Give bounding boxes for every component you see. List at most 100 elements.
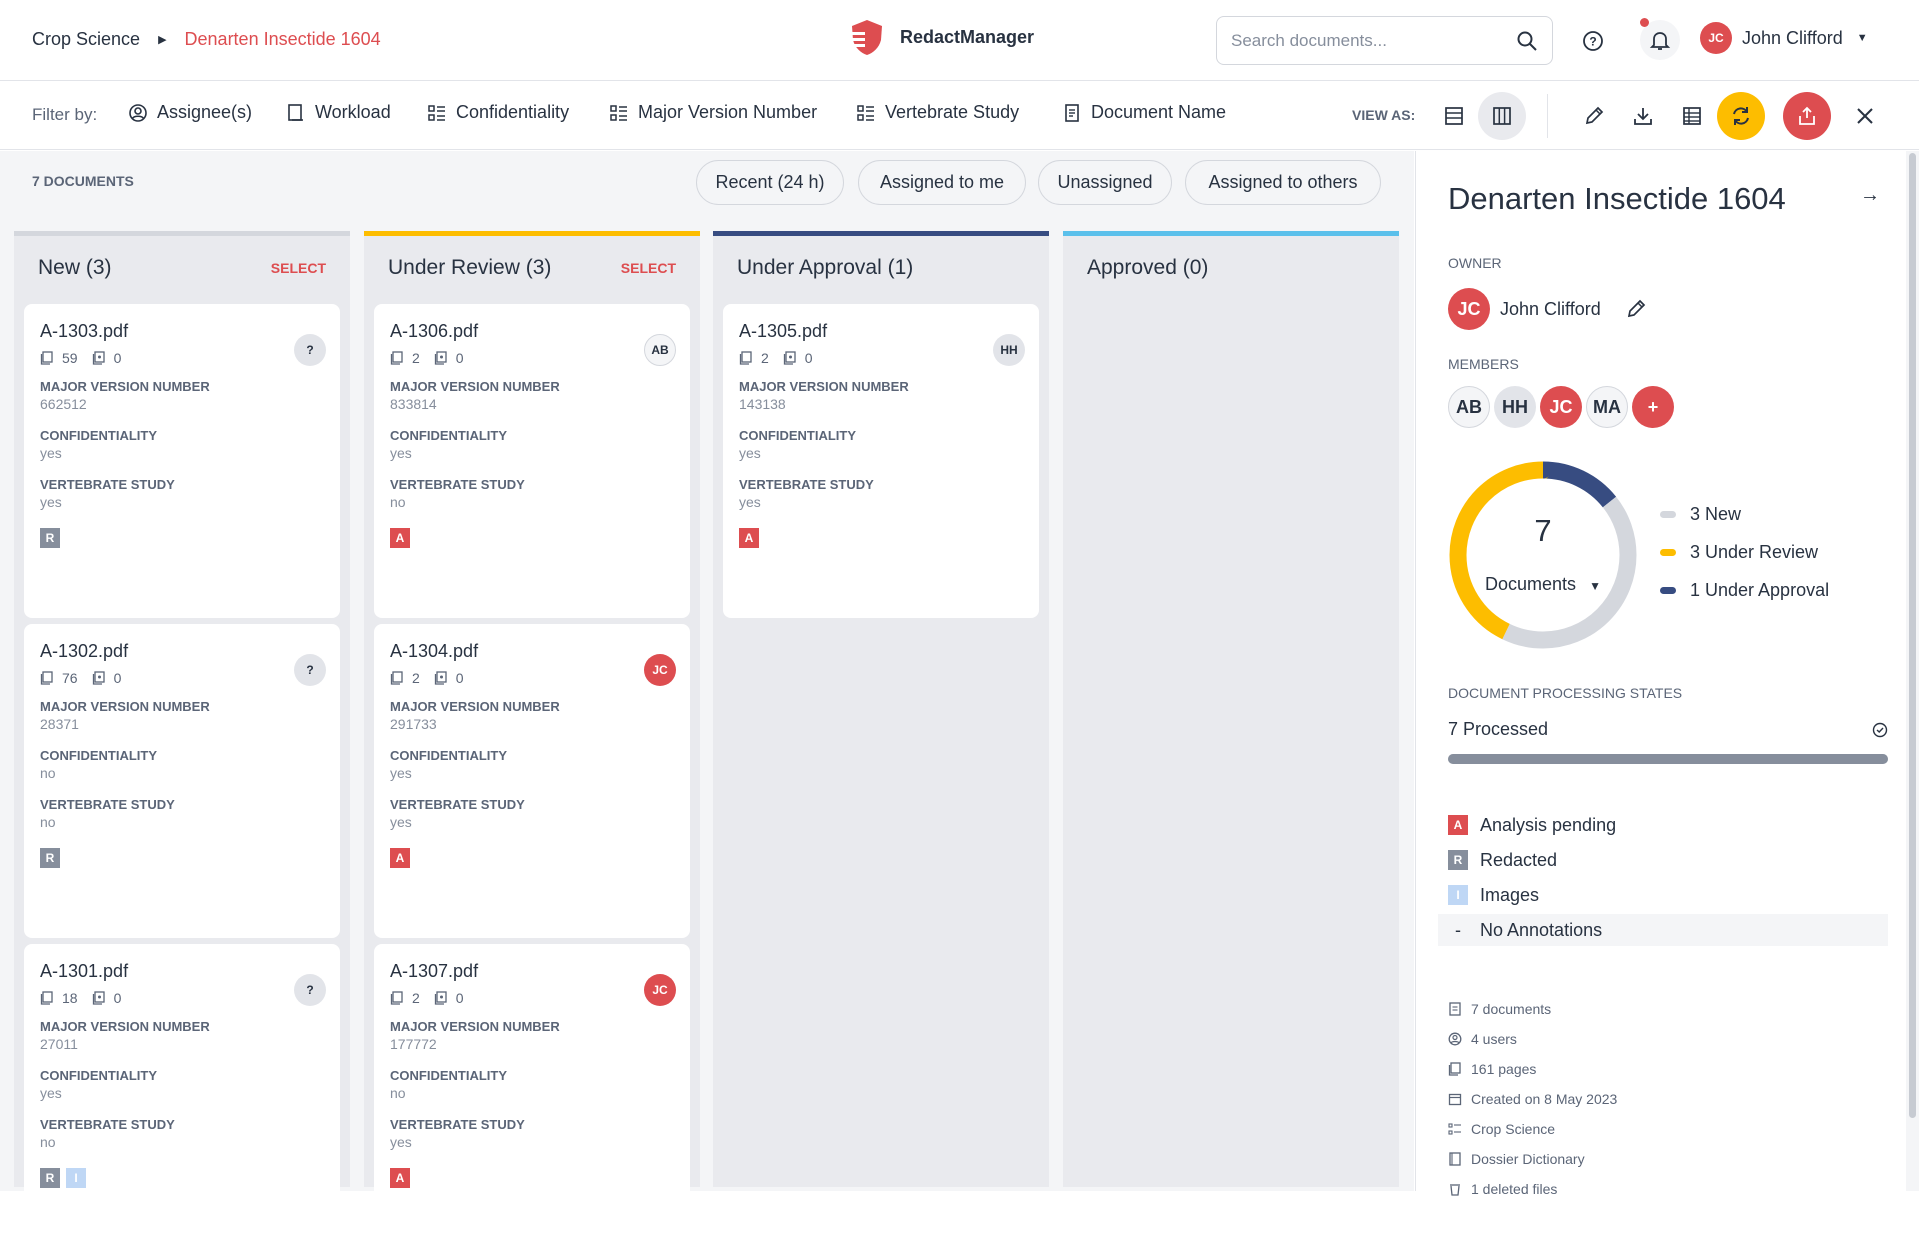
document-name[interactable]: A-1302.pdf: [40, 641, 128, 662]
column-title: Under Approval (1): [737, 256, 914, 279]
filter-workload[interactable]: Workload: [286, 102, 391, 123]
document-icon: [1449, 1002, 1461, 1016]
filter-confidentiality[interactable]: Confidentiality: [427, 102, 569, 123]
app-logo[interactable]: RedactManager: [848, 18, 1034, 56]
field-value: yes: [390, 445, 412, 461]
list-view-button[interactable]: [1430, 92, 1478, 140]
field-label: MAJOR VERSION NUMBER: [40, 379, 210, 394]
quick-filter-assigned-to-me[interactable]: Assigned to me: [858, 160, 1026, 205]
quick-filter-recent[interactable]: Recent (24 h): [696, 160, 844, 205]
document-name[interactable]: A-1304.pdf: [390, 641, 478, 662]
report-button[interactable]: [1668, 92, 1716, 140]
filter-document-name[interactable]: Document Name: [1062, 102, 1226, 123]
edit-button[interactable]: [1570, 92, 1618, 140]
document-card[interactable]: A-1301.pdf 18 0? MAJOR VERSION NUMBER 27011 C…: [24, 944, 340, 1258]
state-filter-analysis-pending[interactable]: A Analysis pending: [1438, 809, 1888, 841]
owner-row: JC John Clifford: [1448, 288, 1647, 330]
state-filter-images[interactable]: I Images: [1438, 879, 1888, 911]
filter-workload-label: Workload: [315, 102, 391, 122]
field-label: CONFIDENTIALITY: [390, 428, 507, 443]
legend-swatch: [1660, 511, 1676, 518]
confidentiality-field: CONFIDENTIALITY no: [40, 748, 157, 781]
assignee-avatar[interactable]: HH: [993, 334, 1025, 366]
vertebrate-study-field: VERTEBRATE STUDY no: [40, 797, 175, 830]
assignee-avatar[interactable]: ?: [294, 654, 326, 686]
meta-dictionary[interactable]: Dossier Dictionary: [1448, 1144, 1617, 1174]
reanalyse-button[interactable]: [1717, 92, 1765, 140]
search-icon[interactable]: [1516, 30, 1538, 52]
document-name[interactable]: A-1307.pdf: [390, 961, 478, 982]
confidentiality-field: CONFIDENTIALITY yes: [390, 428, 507, 461]
document-name[interactable]: A-1305.pdf: [739, 321, 827, 342]
select-button[interactable]: SELECT: [621, 260, 676, 276]
field-label: VERTEBRATE STUDY: [739, 477, 874, 492]
member-avatar[interactable]: AB: [1448, 386, 1490, 428]
quick-filter-unassigned[interactable]: Unassigned: [1038, 160, 1172, 205]
legend-swatch: [1660, 549, 1676, 556]
state-label: Redacted: [1480, 849, 1558, 870]
vertebrate-study-field: VERTEBRATE STUDY yes: [390, 797, 525, 830]
search-box[interactable]: [1216, 16, 1553, 65]
member-avatar[interactable]: MA: [1586, 386, 1628, 428]
document-name[interactable]: A-1306.pdf: [390, 321, 478, 342]
scrollbar-thumb[interactable]: [1909, 153, 1916, 1118]
field-value: 833814: [390, 396, 437, 412]
sidebar-scrollbar[interactable]: [1906, 151, 1919, 1191]
document-card[interactable]: A-1302.pdf 76 0? MAJOR VERSION NUMBER 28371 C…: [24, 624, 340, 938]
document-name[interactable]: A-1301.pdf: [40, 961, 128, 982]
major-version-field: MAJOR VERSION NUMBER 143138: [739, 379, 909, 412]
board-view-button[interactable]: [1478, 92, 1526, 140]
documents-count: 7 DOCUMENTS: [32, 173, 134, 189]
download-button[interactable]: [1619, 92, 1667, 140]
meta-text: 4 users: [1471, 1031, 1517, 1047]
status-badges: RI: [40, 1168, 92, 1188]
state-label: No Annotations: [1480, 919, 1603, 940]
breadcrumb-current[interactable]: Denarten Insectide 1604: [185, 29, 381, 50]
state-filter-redacted[interactable]: R Redacted: [1438, 844, 1888, 876]
field-label: CONFIDENTIALITY: [40, 1068, 157, 1083]
legend-item[interactable]: 3 New: [1660, 504, 1829, 525]
collapse-arrow-icon[interactable]: →: [1860, 184, 1880, 207]
assignee-avatar[interactable]: ?: [294, 334, 326, 366]
donut-filter-dropdown[interactable]: Documents ▼: [1448, 574, 1638, 595]
close-button[interactable]: [1841, 92, 1889, 140]
legend-item[interactable]: 1 Under Approval: [1660, 580, 1829, 601]
export-button[interactable]: [1783, 92, 1831, 140]
edit-owner-pencil-icon[interactable]: [1625, 298, 1647, 320]
filter-assignees[interactable]: Assignee(s): [128, 102, 252, 123]
meta-deleted[interactable]: 1 deleted files: [1448, 1174, 1617, 1204]
user-menu[interactable]: JC John Clifford ▼: [1700, 22, 1868, 54]
field-label: CONFIDENTIALITY: [40, 428, 157, 443]
select-button[interactable]: SELECT: [271, 260, 326, 276]
quick-filter-assigned-to-others[interactable]: Assigned to others: [1185, 160, 1381, 205]
pages-icon: [40, 671, 53, 685]
filter-major-version[interactable]: Major Version Number: [609, 102, 817, 123]
list-icon: [1448, 1123, 1461, 1135]
assignee-avatar[interactable]: AB: [644, 334, 676, 366]
add-member-button[interactable]: +: [1632, 386, 1674, 428]
column-0: New (3) SELECT A-1303.pdf 59 0? MAJOR VERSION…: [14, 231, 350, 1258]
members-label: MEMBERS: [1448, 356, 1519, 372]
member-avatar[interactable]: HH: [1494, 386, 1536, 428]
document-name[interactable]: A-1303.pdf: [40, 321, 128, 342]
help-icon[interactable]: ?: [1578, 26, 1608, 56]
assignee-avatar[interactable]: ?: [294, 974, 326, 1006]
board-area: 7 DOCUMENTS Recent (24 h) Assigned to me…: [0, 151, 1414, 1258]
page-count: 76: [62, 670, 78, 686]
document-card[interactable]: A-1305.pdf 2 0 HH MAJOR VERSION NUMBER 143138…: [723, 304, 1039, 618]
assignee-avatar[interactable]: JC: [644, 654, 676, 686]
user-avatar: JC: [1700, 22, 1732, 54]
search-input[interactable]: [1231, 30, 1516, 51]
document-card[interactable]: A-1306.pdf 2 0 AB MAJOR VERSION NUMBER 833814…: [374, 304, 690, 618]
document-card[interactable]: A-1304.pdf 2 0 JC MAJOR VERSION NUMBER 291733…: [374, 624, 690, 938]
legend-item[interactable]: 3 Under Review: [1660, 542, 1829, 563]
assignee-avatar[interactable]: JC: [644, 974, 676, 1006]
breadcrumb-root[interactable]: Crop Science: [32, 29, 140, 50]
major-version-field: MAJOR VERSION NUMBER 291733: [390, 699, 560, 732]
board-view-icon: [1493, 107, 1511, 125]
document-card[interactable]: A-1307.pdf 2 0 JC MAJOR VERSION NUMBER 177772…: [374, 944, 690, 1258]
document-card[interactable]: A-1303.pdf 59 0? MAJOR VERSION NUMBER 662512…: [24, 304, 340, 618]
state-filter-no-annotations[interactable]: - No Annotations: [1438, 914, 1888, 946]
member-avatar[interactable]: JC: [1540, 386, 1582, 428]
filter-vertebrate-study[interactable]: Vertebrate Study: [856, 102, 1019, 123]
